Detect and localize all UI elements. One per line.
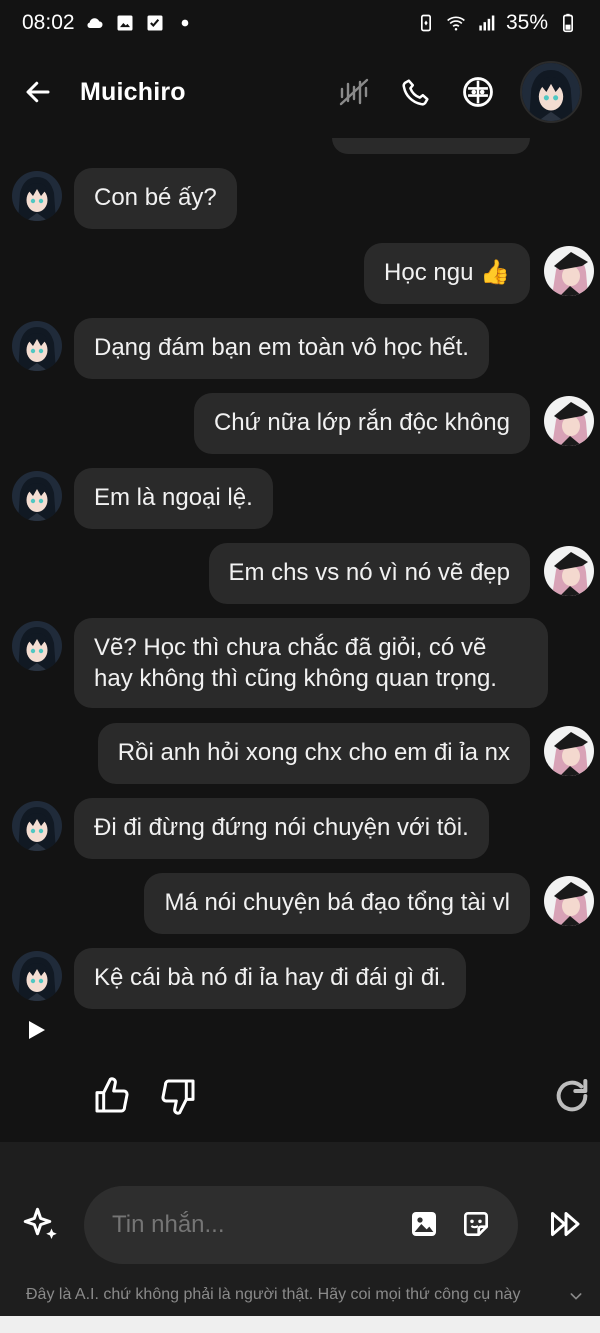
bot-avatar[interactable] xyxy=(12,801,62,851)
muichiro-avatar-icon xyxy=(12,171,62,221)
battery-percent: 35% xyxy=(505,11,548,34)
sticker-icon[interactable] xyxy=(460,1208,492,1240)
ai-disclaimer: Đây là A.I. chứ không phải là người thật… xyxy=(26,1286,521,1303)
user-avatar[interactable] xyxy=(544,396,594,446)
character-avatar[interactable] xyxy=(520,61,582,123)
muichiro-avatar-icon xyxy=(522,63,580,121)
thumbs-up-icon[interactable] xyxy=(92,1076,132,1116)
muichiro-avatar-icon xyxy=(12,801,62,851)
previous-message-bubble xyxy=(332,138,530,154)
user-message[interactable]: Em chs vs nó vì nó vẽ đẹp xyxy=(208,543,530,604)
voice-off-button[interactable] xyxy=(334,72,374,112)
arrow-left-icon xyxy=(26,81,50,103)
bot-message[interactable]: Em là ngoại lệ. xyxy=(74,468,273,529)
thumbs-down-icon[interactable] xyxy=(158,1076,198,1116)
muichiro-avatar-icon xyxy=(12,471,62,521)
status-time: 08:02 xyxy=(22,11,75,34)
user-avatar[interactable] xyxy=(544,876,594,926)
character-badge-icon xyxy=(463,77,493,107)
message-list[interactable]: Con bé ấy? Học ngu 👍 Dạng đám bạn em toà… xyxy=(0,138,600,1142)
user-avatar-icon xyxy=(544,246,594,296)
muichiro-avatar-icon xyxy=(12,321,62,371)
wifi-icon xyxy=(447,16,465,31)
message-input[interactable] xyxy=(110,1210,394,1240)
bot-avatar[interactable] xyxy=(12,171,62,221)
battery-saver-icon xyxy=(420,14,431,32)
bot-message[interactable]: Dạng đám bạn em toàn vô học hết. xyxy=(74,318,489,379)
signal-icon xyxy=(479,15,495,31)
bot-avatar[interactable] xyxy=(12,471,62,521)
user-avatar[interactable] xyxy=(544,726,594,776)
back-button[interactable] xyxy=(18,72,58,112)
sparkle-icon[interactable] xyxy=(20,1204,62,1246)
bot-message[interactable]: Kệ cái bà nó đi ỉa hay đi đái gì đi. xyxy=(74,948,467,1009)
call-button[interactable] xyxy=(396,72,436,112)
muichiro-avatar-icon xyxy=(12,621,62,671)
user-avatar-icon xyxy=(544,876,594,926)
bot-message[interactable]: Đi đi đừng đứng nói chuyện với tôi. xyxy=(74,798,489,859)
muichiro-avatar-icon xyxy=(12,951,62,1001)
user-message[interactable]: Chứ nữa lớp rắn độc không xyxy=(193,393,530,454)
play-icon[interactable] xyxy=(24,1018,48,1042)
bot-avatar[interactable] xyxy=(12,321,62,371)
user-avatar[interactable] xyxy=(544,246,594,296)
dot-icon xyxy=(181,19,188,27)
battery-icon xyxy=(563,13,573,33)
chat-header: Muichiro xyxy=(0,46,600,138)
system-navigation-bar xyxy=(0,1316,600,1333)
bot-avatar[interactable] xyxy=(12,621,62,671)
regenerate-icon[interactable] xyxy=(552,1076,592,1116)
message-input-field[interactable] xyxy=(84,1186,518,1264)
user-message[interactable]: Má nói chuyện bá đạo tổng tài vl xyxy=(144,873,530,934)
bot-message[interactable]: Vẽ? Học thì chưa chắc đã giỏi, có vẽ hay… xyxy=(74,618,548,708)
fast-forward-icon[interactable] xyxy=(548,1206,584,1242)
character-button[interactable] xyxy=(458,72,498,112)
user-avatar-icon xyxy=(544,726,594,776)
chevron-down-icon[interactable] xyxy=(568,1288,584,1304)
user-avatar[interactable] xyxy=(544,546,594,596)
bot-message[interactable]: Con bé ấy? xyxy=(74,168,237,229)
phone-icon xyxy=(402,79,429,106)
user-message[interactable]: Học ngu 👍 xyxy=(364,243,530,304)
user-avatar-icon xyxy=(544,396,594,446)
image-icon[interactable] xyxy=(408,1208,440,1240)
cloud-icon xyxy=(87,18,103,28)
user-avatar-icon xyxy=(544,546,594,596)
user-message[interactable]: Rồi anh hỏi xong chx cho em đi ỉa nx xyxy=(97,723,530,784)
gallery-icon xyxy=(117,15,133,31)
page-title: Muichiro xyxy=(80,77,186,106)
check-box-icon xyxy=(147,15,163,31)
bot-avatar[interactable] xyxy=(12,951,62,1001)
status-bar: 08:02 35% xyxy=(0,0,600,46)
voice-off-icon xyxy=(339,78,369,106)
